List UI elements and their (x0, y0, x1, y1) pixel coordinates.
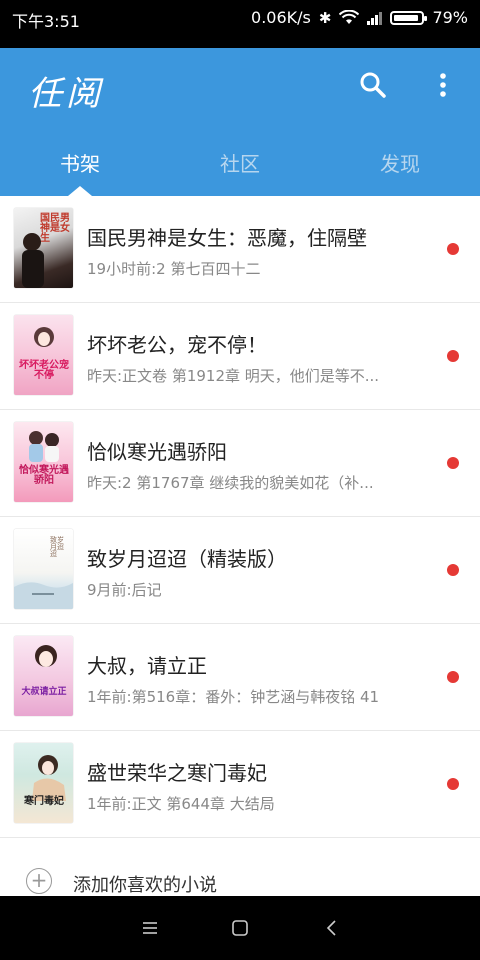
battery-icon (390, 10, 428, 25)
book-list: 国民男神是女生 国民男神是女生：恶魔，住隔壁 19小时前:2 第七百四十二 坏坏… (0, 196, 480, 838)
battery-level: 79% (432, 8, 468, 27)
status-time: 下午3:51 (12, 12, 80, 31)
home-icon[interactable] (230, 918, 250, 938)
cover-figure (22, 233, 44, 288)
status-icons: 0.06K/s ✱ 79% (251, 8, 468, 27)
book-cover: 国民男神是女生 (14, 208, 73, 288)
tab-discover[interactable]: 发现 (320, 140, 480, 196)
app-header: 任阅 书架 社区 发现 (0, 48, 480, 196)
book-cover: 恰似寒光遇骄阳 (14, 422, 73, 502)
book-title: 盛世荣华之寒门毒妃 (87, 761, 267, 785)
cover-title: 坏坏老公宠不停 (19, 360, 69, 381)
unread-dot (447, 778, 459, 790)
cover-figure (32, 755, 66, 801)
app-logo: 任阅 (28, 74, 104, 114)
book-latest-chapter: 9月前:后记 (87, 581, 162, 599)
tab-indicator (68, 186, 92, 196)
book-title: 大叔，请立正 (87, 654, 207, 678)
bluetooth-icon: ✱ (318, 8, 332, 27)
network-speed: 0.06K/s (251, 8, 311, 27)
wifi-icon (339, 9, 360, 24)
book-row[interactable]: 恰似寒光遇骄阳 恰似寒光遇骄阳 昨天:2 第1767章 继续我的貌美如花（补..… (0, 410, 480, 517)
book-latest-chapter: 昨天:正文卷 第1912章 明天，他们是等不... (87, 367, 380, 385)
book-row[interactable]: 国民男神是女生 国民男神是女生：恶魔，住隔壁 19小时前:2 第七百四十二 (0, 196, 480, 303)
cover-figure (35, 645, 57, 667)
book-row[interactable]: 大叔请立正 大叔，请立正 1年前:第516章：番外：钟艺涵与韩夜铭 41 (0, 624, 480, 731)
add-book-label: 添加你喜欢的小说 (73, 875, 217, 896)
book-row[interactable]: 坏坏老公宠不停 坏坏老公，宠不停！ 昨天:正文卷 第1912章 明天，他们是等不… (0, 303, 480, 410)
book-row[interactable]: 致岁月迢迢 致岁月迢迢（精装版） 9月前:后记 (0, 517, 480, 624)
book-cover: 致岁月迢迢 (14, 529, 73, 609)
book-latest-chapter: 1年前:第516章：番外：钟艺涵与韩夜铭 41 (87, 688, 380, 706)
cover-figure (29, 431, 59, 462)
search-icon[interactable] (358, 70, 388, 100)
status-bar: 下午3:51 0.06K/s ✱ 79% (0, 0, 480, 48)
signal-icon (367, 11, 383, 25)
cover-title: 大叔请立正 (21, 687, 67, 697)
book-title: 坏坏老公，宠不停！ (87, 333, 267, 357)
back-icon[interactable] (322, 918, 342, 938)
more-icon[interactable] (428, 70, 458, 100)
book-row[interactable]: 寒门毒妃 盛世荣华之寒门毒妃 1年前:正文 第644章 大结局 (0, 731, 480, 838)
unread-dot (447, 350, 459, 362)
unread-dot (447, 243, 459, 255)
book-cover: 坏坏老公宠不停 (14, 315, 73, 395)
unread-dot (447, 564, 459, 576)
book-title: 恰似寒光遇骄阳 (87, 440, 227, 464)
cover-title: 寒门毒妃 (24, 796, 64, 807)
add-book-button[interactable]: + 添加你喜欢的小说 (0, 840, 480, 896)
book-latest-chapter: 1年前:正文 第644章 大结局 (87, 795, 275, 813)
book-title: 致岁月迢迢（精装版） (87, 547, 287, 571)
tab-bar: 书架 社区 发现 (0, 140, 480, 196)
cover-figure (34, 327, 54, 347)
plus-circle-icon: + (26, 868, 52, 894)
menu-icon[interactable] (140, 918, 160, 938)
book-cover: 寒门毒妃 (14, 743, 73, 823)
book-cover: 大叔请立正 (14, 636, 73, 716)
unread-dot (447, 671, 459, 683)
book-latest-chapter: 昨天:2 第1767章 继续我的貌美如花（补... (87, 474, 374, 492)
cover-figure (14, 582, 73, 609)
book-title: 国民男神是女生：恶魔，住隔壁 (87, 226, 367, 250)
cover-title: 恰似寒光遇骄阳 (19, 465, 69, 486)
book-latest-chapter: 19小时前:2 第七百四十二 (87, 260, 261, 278)
tab-community[interactable]: 社区 (160, 140, 320, 196)
nav-bar (0, 896, 480, 960)
unread-dot (447, 457, 459, 469)
